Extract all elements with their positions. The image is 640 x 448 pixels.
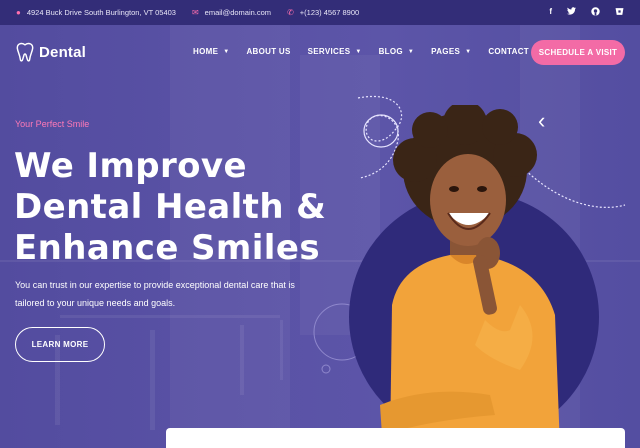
nav-item-blog[interactable]: BLOG ▼ (379, 47, 415, 56)
background-rail (60, 315, 280, 318)
info-card (166, 428, 625, 448)
brand-name: Dental (39, 43, 87, 61)
smiling-woman-image (380, 105, 560, 448)
chevron-down-icon: ▼ (355, 48, 362, 55)
twitter-icon[interactable] (567, 7, 576, 18)
hero-headline: We Improve Dental Health & Enhance Smile… (14, 146, 326, 269)
brand-logo[interactable]: Dental (16, 42, 86, 62)
address-text: 4924 Buck Drive South Burlington, VT 054… (26, 8, 176, 17)
nav-label: SERVICES (307, 47, 351, 56)
email-text[interactable]: email@domain.com (205, 8, 271, 17)
chevron-down-icon: ▼ (223, 48, 230, 55)
background-chair-leg (150, 330, 155, 430)
nav-item-about[interactable]: ABOUT US (246, 47, 290, 56)
nav-item-pages[interactable]: PAGES ▼ (431, 47, 471, 56)
social-links: f (549, 7, 624, 18)
hero-description: You can trust in our expertise to provid… (15, 280, 295, 308)
schedule-visit-button[interactable]: SCHEDULE A VISIT (531, 40, 625, 65)
background-chair-leg (240, 325, 244, 395)
headline-line: Enhance Smiles (14, 228, 320, 268)
headline-line: Dental Health & (14, 187, 327, 227)
phone-info[interactable]: ✆ +(123) 4567 8900 (287, 8, 359, 17)
headline-line: We Improve (14, 146, 247, 186)
hero-eyebrow: Your Perfect Smile (15, 119, 90, 129)
tooth-icon (16, 42, 34, 62)
nav-item-services[interactable]: SERVICES ▼ (308, 47, 362, 56)
top-info-bar: ● 4924 Buck Drive South Burlington, VT 0… (0, 0, 640, 25)
github-icon[interactable] (591, 7, 600, 18)
location-icon: ● (16, 8, 21, 17)
learn-more-button[interactable]: LEARN MORE (15, 327, 105, 362)
mail-icon: ✉ (191, 8, 199, 17)
facebook-icon[interactable]: f (549, 7, 552, 18)
chevron-down-icon: ▼ (465, 48, 472, 55)
nav-label: BLOG (378, 47, 403, 56)
nav-label: PAGES (431, 47, 461, 56)
background-chair-leg (280, 320, 283, 380)
chevron-down-icon: ▼ (407, 48, 415, 55)
nav-label: HOME (193, 47, 219, 56)
nav-item-home[interactable]: HOME ▼ (193, 47, 229, 56)
nav-label: ABOUT US (246, 47, 291, 56)
phone-text[interactable]: +(123) 4567 8900 (300, 8, 359, 17)
phone-icon: ✆ (287, 8, 294, 17)
address-info: ● 4924 Buck Drive South Burlington, VT 0… (16, 8, 176, 17)
email-info[interactable]: ✉ email@domain.com (192, 8, 271, 17)
main-navigation: HOME ▼ ABOUT US SERVICES ▼ BLOG ▼ PAGES ▼ CO… (193, 47, 560, 56)
bucket-icon[interactable] (615, 7, 624, 18)
